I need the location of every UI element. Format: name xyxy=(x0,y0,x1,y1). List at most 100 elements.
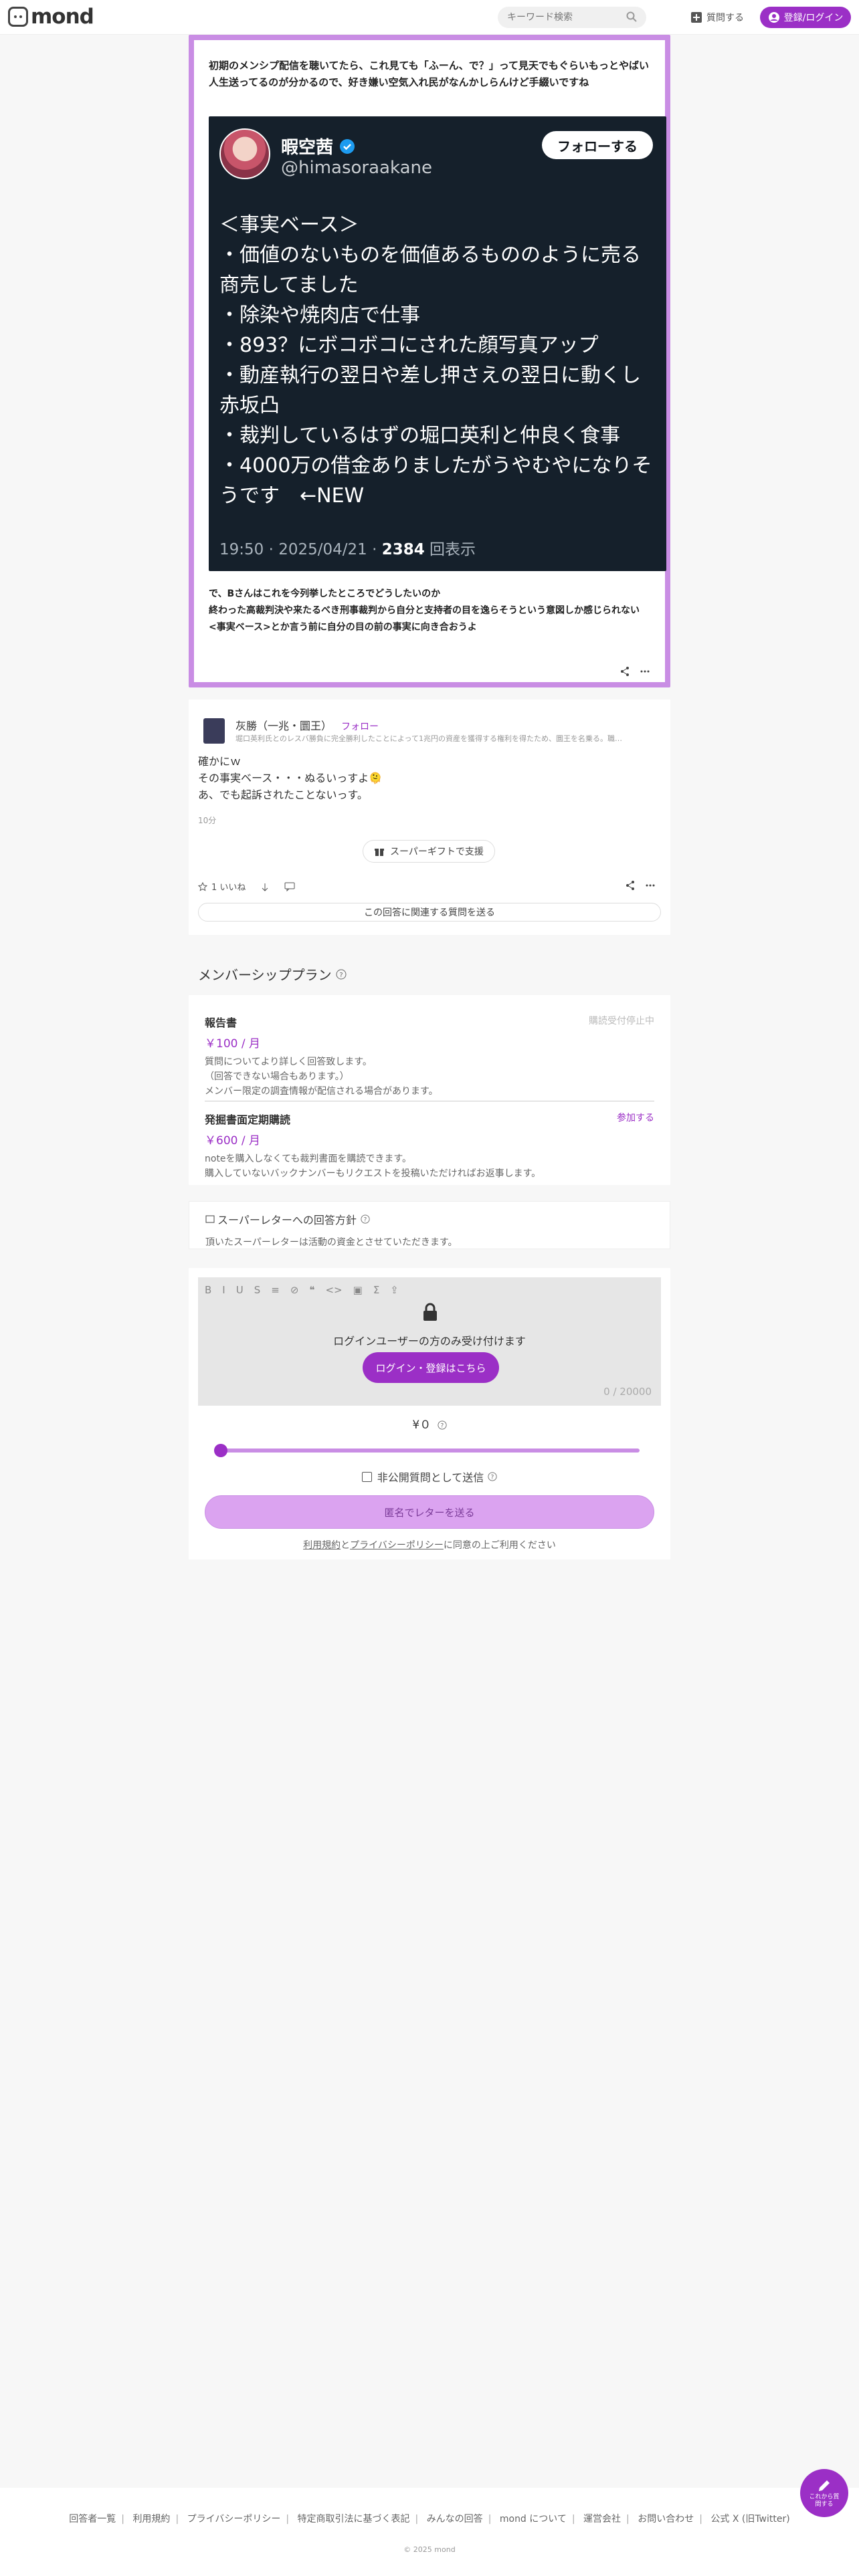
answer-card: 灰勝（一兆・圜王） フォロー 堀口英利氏とのレスバ勝負に完全勝利したことによって1… xyxy=(189,700,670,935)
plan-description: 質問についてより詳しく回答致します。 （回答できない場合もあります。） メンバー… xyxy=(205,1055,654,1099)
list-tool[interactable]: ≡ xyxy=(271,1284,280,1296)
membership-card: 報告書 ￥100 / 月 質問についてより詳しく回答致します。 （回答できない場… xyxy=(189,995,670,1185)
logo[interactable]: mond xyxy=(8,5,94,29)
login-register-button[interactable]: ログイン・登録はこちら xyxy=(363,1352,499,1383)
comment-icon[interactable] xyxy=(284,882,295,891)
italic-tool[interactable]: I xyxy=(222,1284,225,1296)
bold-tool[interactable]: B xyxy=(205,1284,211,1296)
tweet-line: ・動産執行の翌日や差し押さえの翌日に動くし赤坂凸 xyxy=(219,364,641,417)
answer-line: 確かにｗ xyxy=(198,755,242,768)
membership-title: メンバーシッププラン ? xyxy=(198,964,347,984)
upload-tool[interactable]: ⇪ xyxy=(390,1284,399,1296)
plan-price: ￥600 / 月 xyxy=(205,1134,260,1148)
answer-text: 確かにｗ その事実ベース・・・ぬるいっすよ🫠 あ、でも起訴されたことないっす。 xyxy=(198,753,382,803)
more-icon[interactable] xyxy=(640,666,650,677)
tweet-line: ・除染や焼肉店で仕事 xyxy=(219,304,420,327)
terms-mid: と xyxy=(341,1540,351,1551)
verified-badge-icon xyxy=(340,138,355,154)
join-plan-link[interactable]: 参加する xyxy=(617,1111,654,1124)
tweet-handle: @himasoraakane xyxy=(281,158,432,178)
help-icon[interactable]: ? xyxy=(488,1472,497,1481)
super-gift-button[interactable]: スーパーギフトで支援 xyxy=(363,840,495,863)
help-icon[interactable]: ? xyxy=(438,1420,447,1430)
strike-tool[interactable]: S xyxy=(254,1284,261,1296)
letter-editor: B I U S ≡ ⊘ ❝ <> ▣ Σ ⇪ ログインユーザーの方のみ受け付けま… xyxy=(198,1277,661,1406)
underline-tool[interactable]: U xyxy=(236,1284,244,1296)
copyright: © 2025 mond xyxy=(403,2545,456,2554)
send-letter-button[interactable]: 匿名でレターを送る xyxy=(205,1495,654,1529)
question-text: 初期のメンシプ配信を聴いてたら、これ見ても「ふーん、で？」って見天でもぐらいもっ… xyxy=(209,60,650,88)
tweet-avatar xyxy=(219,128,270,179)
footer-link[interactable]: 運営会社 xyxy=(583,2514,621,2525)
editor-toolbar: B I U S ≡ ⊘ ❝ <> ▣ Σ ⇪ xyxy=(205,1284,399,1296)
more-icon[interactable] xyxy=(645,880,656,891)
tweet-line: ・価値のないものを価値あるもののように売る商売してました xyxy=(219,243,641,297)
link-tool[interactable]: ⊘ xyxy=(290,1284,299,1296)
terms-tail: に同意の上ご利用ください xyxy=(443,1540,556,1551)
answerer-avatar[interactable] xyxy=(203,718,225,744)
privacy-link[interactable]: プライバシーポリシー xyxy=(350,1540,444,1551)
help-icon[interactable]: ? xyxy=(361,1214,370,1224)
question-footer-line: <事実ベース>とか言う前に自分の目の前の事実に向き合おうよ xyxy=(209,622,477,633)
terms-link[interactable]: 利用規約 xyxy=(303,1540,341,1551)
share-icon[interactable] xyxy=(625,880,636,891)
follow-link[interactable]: フォロー xyxy=(341,722,379,732)
dislike-icon[interactable] xyxy=(260,882,270,891)
gift-icon xyxy=(375,849,385,856)
plan-description: noteを購入しなくても裁判書面を購読できます。 購入していないバックナンバーも… xyxy=(205,1152,654,1181)
private-checkbox[interactable] xyxy=(361,1471,372,1482)
answer-actions-right xyxy=(625,880,656,891)
question-footer-text: で、Bさんはこれを今列挙したところでどうしたいのか 終わった高裁判決や来たるべき… xyxy=(209,586,664,636)
like-button[interactable]: 1 いいね xyxy=(198,880,246,893)
svg-text:?: ? xyxy=(440,1423,444,1430)
footer-link[interactable]: 回答者一覧 xyxy=(69,2514,116,2525)
help-icon[interactable]: ? xyxy=(336,969,347,980)
footer-separator: | xyxy=(175,2514,179,2525)
footer-link[interactable]: 公式 X (旧Twitter) xyxy=(710,2514,789,2525)
amount-slider[interactable] xyxy=(214,1444,640,1457)
amount-value: ¥０ xyxy=(412,1418,432,1432)
tweet-follow-button: フォローする xyxy=(542,131,653,159)
code-tool[interactable]: <> xyxy=(325,1284,342,1296)
footer-link[interactable]: 利用規約 xyxy=(132,2514,170,2525)
plan-item: 発掘書面定期購読 ￥600 / 月 noteを購入しなくても裁判書面を購読できま… xyxy=(205,1101,654,1181)
search-input[interactable] xyxy=(507,7,614,28)
like-icon xyxy=(198,881,207,891)
user-icon xyxy=(768,12,779,23)
superletter-description: 頂いたスーパーレターは活動の資金とさせていただきます。 xyxy=(205,1237,458,1248)
super-gift-label: スーパーギフトで支援 xyxy=(390,847,484,857)
formula-tool[interactable]: Σ xyxy=(373,1284,379,1296)
share-icon[interactable] xyxy=(619,666,630,677)
ask-now-fab[interactable]: これから質問する xyxy=(800,2469,848,2517)
login-button[interactable]: 登録/ログイン xyxy=(760,7,851,28)
footer-link[interactable]: みんなの回答 xyxy=(427,2514,483,2525)
ask-button[interactable]: 質問する xyxy=(690,8,744,27)
pencil-icon xyxy=(819,2480,830,2491)
superletter-policy: スーパーレターへの回答方針 ? 頂いたスーパーレターは活動の資金とさせていただき… xyxy=(189,1201,670,1249)
private-question-option[interactable]: 非公開質問として送信 ? xyxy=(189,1469,670,1485)
tweet-author-name: 暇空茜 xyxy=(281,134,356,158)
quote-tool[interactable]: ❝ xyxy=(309,1284,314,1296)
related-question-button[interactable]: この回答に関連する質問を送る xyxy=(198,903,661,922)
tweet-meta: 19:50 · 2025/04/21 · 2384 回表示 xyxy=(219,536,476,559)
tweet-body: ＜事実ベース＞ ・価値のないものを価値あるもののように売る商売してました ・除染… xyxy=(219,210,654,511)
search-icon[interactable] xyxy=(626,11,637,22)
footer-link[interactable]: 特定商取引法に基づく表記 xyxy=(298,2514,410,2525)
tweet-views-label: 回表示 xyxy=(424,541,476,558)
private-label: 非公開質問として送信 xyxy=(377,1471,484,1484)
plan-desc-line: noteを購入しなくても裁判書面を購読できます。 xyxy=(205,1154,412,1164)
footer-link[interactable]: mond について xyxy=(500,2514,567,2525)
image-tool[interactable]: ▣ xyxy=(353,1284,363,1296)
answerer-name: 灰勝（一兆・圜王） フォロー xyxy=(235,717,379,733)
answer-actions: 1 いいね xyxy=(198,880,295,893)
plan-desc-line: メンバー限定の調査情報が配信される場合があります。 xyxy=(205,1086,438,1097)
footer-link[interactable]: お問い合わせ xyxy=(638,2514,694,2525)
svg-text:?: ? xyxy=(491,1475,494,1481)
slider-handle[interactable] xyxy=(214,1444,227,1457)
answerer-name-text[interactable]: 灰勝（一兆・圜王） xyxy=(235,720,332,732)
plan-item: 報告書 ￥100 / 月 質問についてより詳しく回答致します。 （回答できない場… xyxy=(205,1014,654,1099)
footer-link[interactable]: プライバシーポリシー xyxy=(187,2514,281,2525)
header: mond 質問する 登録/ログイン xyxy=(0,0,859,35)
plan-status: 購読受付停止中 xyxy=(589,1016,654,1027)
tweet-name-text: 暇空茜 xyxy=(281,138,334,158)
